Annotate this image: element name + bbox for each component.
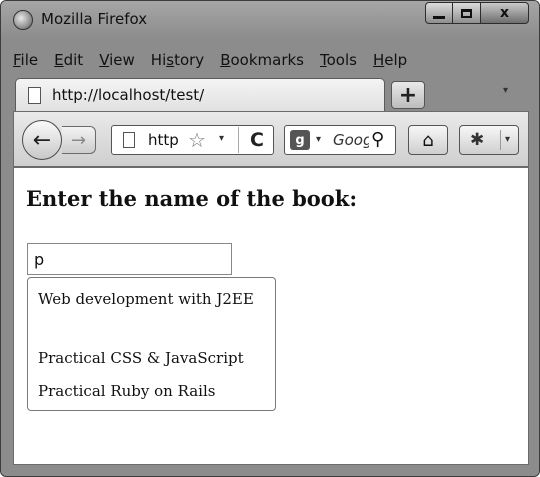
menu-history[interactable]: History bbox=[151, 51, 204, 69]
history-dropdown-icon[interactable]: ▾ bbox=[219, 133, 224, 144]
maximize-icon bbox=[461, 8, 472, 18]
google-icon[interactable]: g bbox=[290, 130, 310, 150]
search-engine-dropdown-icon[interactable]: ▾ bbox=[316, 134, 321, 145]
divider bbox=[500, 130, 501, 150]
addon-button[interactable]: ✱ ▾ bbox=[459, 125, 519, 155]
menu-view[interactable]: View bbox=[99, 51, 135, 69]
window-title: Mozilla Firefox bbox=[41, 10, 148, 28]
forward-button[interactable]: → bbox=[62, 126, 96, 154]
addon-icon: ✱ bbox=[470, 130, 485, 150]
title-bar[interactable]: Mozilla Firefox x bbox=[1, 1, 539, 37]
browser-window: Mozilla Firefox x File Edit View History… bbox=[0, 0, 540, 477]
back-button[interactable]: ← bbox=[22, 120, 62, 160]
search-input[interactable]: Google bbox=[333, 131, 369, 149]
url-bar[interactable]: http://localhost/test/ ☆ ▾ C bbox=[111, 125, 274, 155]
addon-dropdown-icon[interactable]: ▾ bbox=[505, 134, 510, 145]
suggestion-item[interactable]: Practical CSS & JavaScript bbox=[38, 345, 263, 371]
star-icon[interactable]: ☆ bbox=[188, 128, 206, 152]
new-tab-button[interactable]: + bbox=[391, 81, 425, 109]
autocomplete-list: Web development with J2EE Practical CSS … bbox=[27, 277, 276, 411]
minimize-button[interactable] bbox=[425, 2, 453, 24]
navigation-toolbar: ← → http://localhost/test/ ☆ ▾ C g ▾ Goo… bbox=[13, 111, 529, 167]
home-button[interactable]: ⌂ bbox=[408, 125, 448, 155]
menu-edit[interactable]: Edit bbox=[54, 51, 83, 69]
book-name-input[interactable] bbox=[27, 243, 232, 275]
close-button[interactable]: x bbox=[481, 2, 529, 24]
page-icon bbox=[28, 87, 41, 104]
tab-active[interactable]: http://localhost/test/ bbox=[15, 78, 385, 111]
search-bar[interactable]: g ▾ Google ⚲ bbox=[284, 125, 396, 155]
close-icon: x bbox=[499, 5, 510, 21]
window-controls: x bbox=[425, 2, 529, 24]
reload-icon: C bbox=[250, 129, 264, 151]
page-heading: Enter the name of the book: bbox=[26, 186, 358, 211]
maximize-button[interactable] bbox=[453, 2, 481, 24]
firefox-icon bbox=[13, 10, 33, 30]
tab-title: http://localhost/test/ bbox=[52, 86, 205, 104]
menu-bar: File Edit View History Bookmarks Tools H… bbox=[13, 47, 423, 73]
page-icon bbox=[123, 132, 135, 148]
menu-help[interactable]: Help bbox=[373, 51, 407, 69]
menu-tools[interactable]: Tools bbox=[320, 51, 357, 69]
forward-arrow-icon: → bbox=[70, 129, 87, 151]
suggestion-item[interactable]: Practical Ruby on Rails bbox=[38, 378, 263, 404]
back-arrow-icon: ← bbox=[32, 127, 52, 153]
suggestion-item[interactable]: Web development with J2EE bbox=[38, 286, 263, 312]
page-content: Enter the name of the book: Web developm… bbox=[13, 167, 529, 465]
search-icon[interactable]: ⚲ bbox=[371, 129, 384, 150]
menu-bookmarks[interactable]: Bookmarks bbox=[220, 51, 304, 69]
url-text[interactable]: http://localhost/test/ bbox=[148, 131, 178, 149]
reload-button[interactable]: C bbox=[238, 127, 275, 153]
tab-list-icon[interactable]: ▾ bbox=[503, 85, 508, 96]
minimize-icon bbox=[433, 15, 445, 19]
menu-file[interactable]: File bbox=[13, 51, 38, 69]
home-icon: ⌂ bbox=[422, 129, 434, 151]
